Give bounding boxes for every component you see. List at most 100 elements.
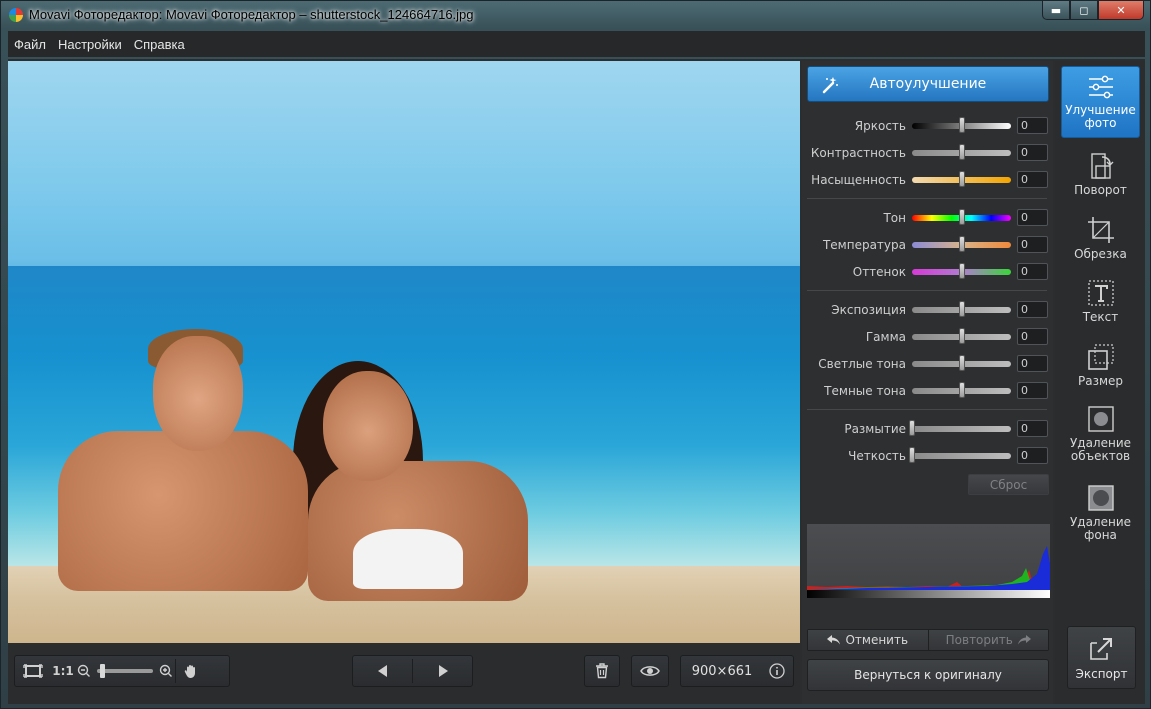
slider-handle[interactable] bbox=[909, 420, 915, 436]
zoom-in-icon[interactable] bbox=[157, 664, 175, 678]
histogram-plot bbox=[807, 546, 1050, 590]
compare-button[interactable] bbox=[631, 655, 669, 687]
slider-value-input[interactable]: 0 bbox=[1017, 328, 1048, 345]
slider-handle[interactable] bbox=[958, 171, 965, 187]
tool-resize[interactable]: Размер bbox=[1061, 343, 1140, 388]
zoom-1to1-button[interactable]: 1:1 bbox=[51, 664, 75, 678]
slider-handle[interactable] bbox=[958, 328, 965, 344]
zoom-slider-handle[interactable] bbox=[99, 664, 105, 678]
export-icon bbox=[1089, 637, 1112, 660]
tool-object-removal[interactable]: Удаление объектов bbox=[1061, 405, 1140, 463]
zoom-slider[interactable] bbox=[97, 664, 153, 678]
tool-rotate[interactable]: Поворот bbox=[1061, 152, 1140, 197]
slider-value-input[interactable]: 0 bbox=[1017, 382, 1048, 399]
tool-enhance[interactable]: Улучшение фото bbox=[1061, 66, 1140, 138]
slider-track[interactable] bbox=[912, 453, 1011, 459]
photo-man-body bbox=[58, 431, 308, 591]
window-controls: ▬ ◻ ✕ bbox=[1042, 1, 1144, 21]
undo-label: Отменить bbox=[845, 633, 909, 647]
slider-row: Экспозиция 0 bbox=[802, 299, 1053, 321]
trash-icon bbox=[596, 663, 608, 679]
slider-handle[interactable] bbox=[958, 382, 965, 398]
tool-crop[interactable]: Обрезка bbox=[1061, 216, 1140, 261]
tool-object-removal-label-2: объектов bbox=[1070, 449, 1131, 463]
tool-crop-label: Обрезка bbox=[1074, 247, 1127, 261]
slider-handle[interactable] bbox=[958, 263, 965, 279]
slider-label: Темные тона bbox=[824, 384, 906, 398]
rotate-icon bbox=[1090, 153, 1113, 179]
slider-handle[interactable] bbox=[958, 117, 965, 133]
minimize-button[interactable]: ▬ bbox=[1042, 1, 1070, 20]
previous-image-icon[interactable] bbox=[353, 665, 412, 677]
slider-handle[interactable] bbox=[958, 355, 965, 371]
slider-label: Яркость bbox=[854, 119, 906, 133]
slider-label: Размытие bbox=[844, 422, 906, 436]
tool-background-removal-label-2: фона bbox=[1084, 528, 1117, 542]
slider-value-input[interactable]: 0 bbox=[1017, 144, 1048, 161]
maximize-button[interactable]: ◻ bbox=[1070, 1, 1098, 20]
info-icon[interactable] bbox=[763, 663, 791, 679]
undo-arrow-icon bbox=[827, 635, 841, 645]
slider-value-input[interactable]: 0 bbox=[1017, 236, 1048, 253]
slider-value-input[interactable]: 0 bbox=[1017, 447, 1048, 464]
window-title: Movavi Фоторедактор: Movavi Фоторедактор… bbox=[29, 7, 474, 22]
resize-icon bbox=[1087, 344, 1114, 370]
slider-track[interactable] bbox=[912, 426, 1011, 432]
tool-text[interactable]: Текст bbox=[1061, 279, 1140, 324]
slider-label: Гамма bbox=[865, 330, 906, 344]
tool-background-removal[interactable]: Удаление фона bbox=[1061, 484, 1140, 542]
zoom-out-icon[interactable] bbox=[75, 664, 93, 678]
hand-tool-icon[interactable] bbox=[176, 663, 206, 679]
slider-value-input[interactable]: 0 bbox=[1017, 117, 1048, 134]
slider-handle[interactable] bbox=[958, 301, 965, 317]
adjustments-panel: Автоулучшение Яркость 0 Контрастность 0 Насы… bbox=[802, 61, 1053, 704]
undo-button[interactable]: Отменить bbox=[808, 630, 928, 650]
export-button[interactable]: Экспорт bbox=[1067, 626, 1136, 689]
close-button[interactable]: ✕ bbox=[1098, 1, 1144, 20]
eye-icon bbox=[640, 666, 660, 676]
sliders-icon bbox=[1088, 75, 1113, 99]
image-info: 900×661 bbox=[680, 655, 794, 687]
slider-handle[interactable] bbox=[909, 447, 915, 463]
slider-value-input[interactable]: 0 bbox=[1017, 209, 1048, 226]
slider-label: Экспозиция bbox=[831, 303, 906, 317]
bottom-toolbar: 1:1 900×661 bbox=[8, 645, 800, 704]
zoom-controls: 1:1 bbox=[14, 655, 230, 687]
slider-label: Оттенок bbox=[852, 265, 906, 279]
slider-value-input[interactable]: 0 bbox=[1017, 263, 1048, 280]
auto-enhance-button[interactable]: Автоулучшение bbox=[807, 66, 1049, 102]
photo-man-head bbox=[153, 336, 243, 451]
slider-value-input[interactable]: 0 bbox=[1017, 301, 1048, 318]
slider-row: Темные тона 0 bbox=[802, 380, 1053, 402]
slider-handle[interactable] bbox=[958, 144, 965, 160]
slider-label: Тон bbox=[883, 211, 906, 225]
redo-button[interactable]: Повторить bbox=[927, 630, 1048, 650]
reset-button[interactable]: Сброс bbox=[968, 474, 1049, 495]
slider-row: Температура 0 bbox=[802, 234, 1053, 256]
slider-value-input[interactable]: 0 bbox=[1017, 420, 1048, 437]
delete-button[interactable] bbox=[584, 655, 620, 687]
slider-row: Контрастность 0 bbox=[802, 142, 1053, 164]
menu-file[interactable]: Файл bbox=[14, 37, 46, 52]
menu-bar: Файл Настройки Справка bbox=[8, 31, 1145, 57]
slider-handle[interactable] bbox=[958, 236, 965, 252]
fit-to-screen-icon[interactable] bbox=[15, 664, 51, 678]
slider-handle[interactable] bbox=[958, 209, 965, 225]
slider-row: Насыщенность 0 bbox=[802, 169, 1053, 191]
slider-label: Насыщенность bbox=[811, 173, 906, 187]
photo-canvas[interactable] bbox=[8, 61, 800, 643]
menu-help[interactable]: Справка bbox=[134, 37, 185, 52]
redo-arrow-icon bbox=[1017, 635, 1031, 645]
history-controls: Отменить Повторить bbox=[807, 629, 1049, 651]
background-removal-icon bbox=[1087, 485, 1114, 511]
revert-to-original-button[interactable]: Вернуться к оригиналу bbox=[807, 659, 1049, 691]
histogram bbox=[807, 524, 1050, 598]
slider-value-input[interactable]: 0 bbox=[1017, 355, 1048, 372]
slider-row: Гамма 0 bbox=[802, 326, 1053, 348]
slider-value-input[interactable]: 0 bbox=[1017, 171, 1048, 188]
slider-row: Четкость 0 bbox=[802, 445, 1053, 467]
menu-settings[interactable]: Настройки bbox=[58, 37, 122, 52]
slider-row: Оттенок 0 bbox=[802, 261, 1053, 283]
panel-divider bbox=[807, 409, 1047, 410]
next-image-icon[interactable] bbox=[413, 665, 472, 677]
